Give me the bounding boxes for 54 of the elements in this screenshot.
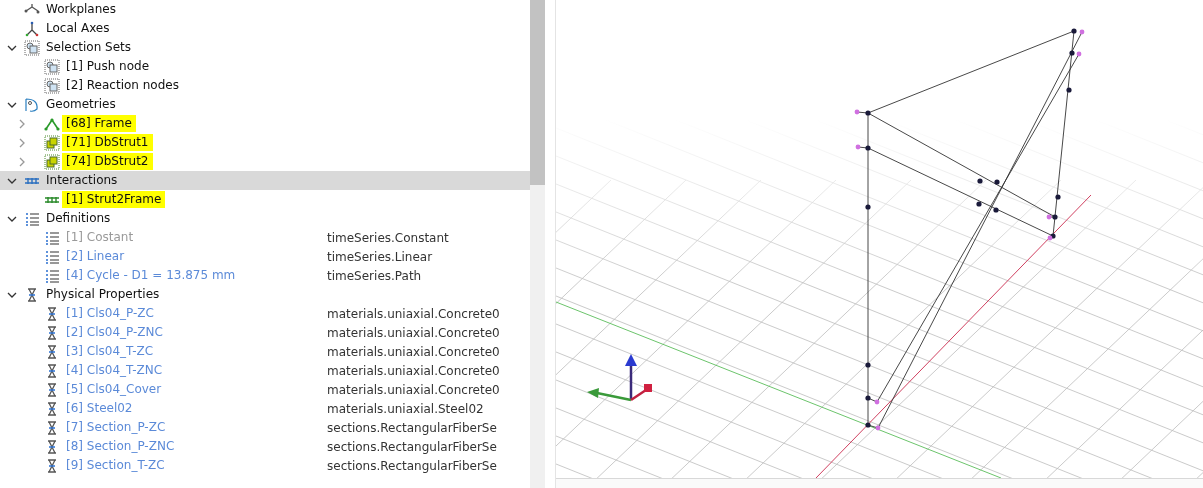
type-text: materials.uniaxial.Concrete0 <box>327 363 500 378</box>
type-text: materials.uniaxial.Concrete0 <box>327 382 500 397</box>
geometry-icon <box>24 96 40 113</box>
tree-item-label[interactable]: [1] Push node <box>62 58 154 75</box>
scrollbar-track[interactable] <box>530 0 545 488</box>
tree-group-label[interactable]: Physical Properties <box>42 286 164 303</box>
tree-group-label[interactable]: Workplanes <box>42 1 120 18</box>
selection-set-icon <box>24 39 40 56</box>
type-text: materials.uniaxial.Concrete0 <box>327 344 500 359</box>
tree-group-label[interactable]: Geometries <box>42 96 120 113</box>
tree-item-label[interactable]: [2] Reaction nodes <box>62 77 183 94</box>
tree-item-label[interactable]: [1] Cls04_P-ZC <box>62 305 158 322</box>
tree-group-label[interactable]: Selection Sets <box>42 39 136 56</box>
type-text: materials.uniaxial.Concrete0 <box>327 325 500 340</box>
strut-icon <box>44 134 60 151</box>
axes-icon <box>24 20 40 37</box>
type-text: materials.uniaxial.Concrete0 <box>327 306 500 321</box>
scrollbar-thumb[interactable] <box>530 0 545 185</box>
type-text: sections.RectangularFiberSe <box>327 420 497 435</box>
tree-group-label[interactable]: Interactions <box>42 172 122 189</box>
list-icon <box>44 229 60 246</box>
expand-chevron-icon[interactable] <box>17 118 27 129</box>
selected-tree-row[interactable]: Interactions <box>0 171 530 190</box>
tree-group-label[interactable]: Local Axes <box>42 20 114 37</box>
tree-item-label[interactable]: [2] Cls04_P-ZNC <box>62 324 167 341</box>
type-text: timeSeries.Path <box>327 268 422 283</box>
list-icon <box>24 210 40 227</box>
tree-item-label[interactable]: [68] Frame <box>62 115 136 132</box>
type-text: sections.RectangularFiberSe <box>327 439 497 454</box>
tree-item-label[interactable]: [71] DbStrut1 <box>62 134 153 151</box>
selection-set-icon <box>44 58 60 75</box>
type-text: timeSeries.Linear <box>327 249 433 264</box>
tree-item-label[interactable]: [8] Section_P-ZNC <box>62 438 179 455</box>
tree-group-label[interactable]: Definitions <box>42 210 115 227</box>
selection-set-icon <box>44 77 60 94</box>
tree-item-label[interactable]: [74] DbStrut2 <box>62 153 153 170</box>
list-icon <box>44 248 60 265</box>
type-text: timeSeries.Constant <box>327 230 449 245</box>
type-text: sections.RectangularFiberSe <box>327 458 497 473</box>
list-icon <box>44 267 60 284</box>
tree-item-label[interactable]: [6] Steel02 <box>62 400 137 417</box>
tree-item-label[interactable]: [9] Section_T-ZC <box>62 457 169 474</box>
tree-item-label[interactable]: [2] Linear <box>62 248 129 265</box>
expand-chevron-icon[interactable] <box>17 137 27 148</box>
axes-gizmo-icon <box>587 354 652 402</box>
expand-chevron-icon[interactable] <box>17 156 27 167</box>
tree-item-label[interactable]: [7] Section_P-ZC <box>62 419 170 436</box>
tree-item-label[interactable]: [4] Cycle - D1 = 13.875 mm <box>62 267 240 284</box>
tree-item-label[interactable]: [4] Cls04_T-ZNC <box>62 362 167 379</box>
tree-item-label[interactable]: [5] Cls04_Cover <box>62 381 166 398</box>
strut-icon <box>44 153 60 170</box>
tree-item-label[interactable]: [1] Strut2Frame <box>62 191 166 208</box>
type-text: materials.uniaxial.Steel02 <box>327 401 484 416</box>
tree-item-label[interactable]: [3] Cls04_T-ZC <box>62 343 158 360</box>
